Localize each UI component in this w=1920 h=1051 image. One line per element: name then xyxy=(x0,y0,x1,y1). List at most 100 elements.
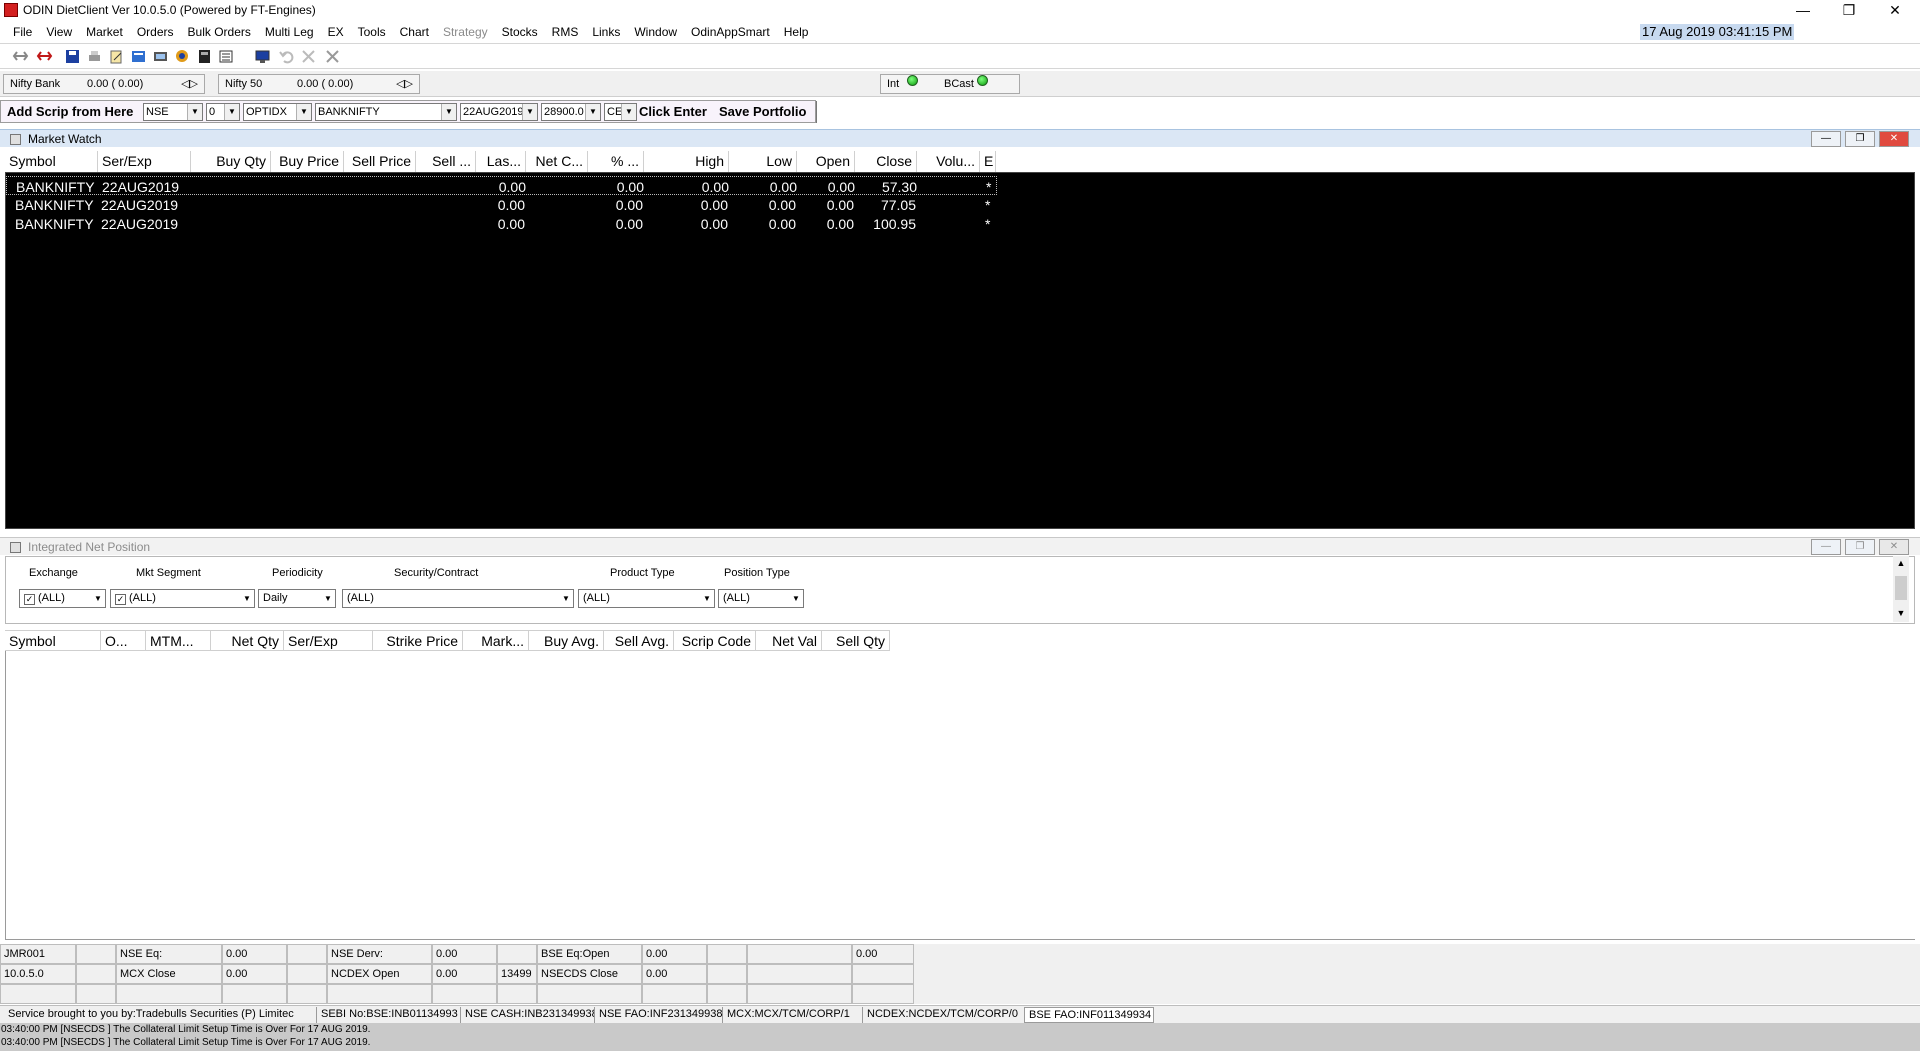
scroll-arrows-icon[interactable]: ◁▷ xyxy=(181,75,198,93)
col-sell-avg[interactable]: Sell Avg. xyxy=(604,631,674,652)
col-buy-price[interactable]: Buy Price xyxy=(271,151,344,172)
portfolio-icon[interactable] xyxy=(174,48,191,65)
expiry-select[interactable]: 22AUG2019 ▼ xyxy=(460,103,538,121)
scroll-up-icon[interactable]: ▲ xyxy=(1893,556,1909,570)
segment-select[interactable]: 0 ▼ xyxy=(206,103,240,121)
checkbox-icon[interactable]: ✓ xyxy=(24,594,35,605)
col-net-val[interactable]: Net Val xyxy=(756,631,822,652)
buy-order-icon[interactable] xyxy=(12,48,29,65)
scroll-thumb[interactable] xyxy=(1895,576,1907,600)
col-symbol[interactable]: Symbol xyxy=(5,631,101,652)
menu-window[interactable]: Window xyxy=(627,22,684,43)
chevron-down-icon[interactable]: ▼ xyxy=(91,590,105,607)
market-watch-grid[interactable]: BANKNIFTY 22AUG2019 0.00 0.00 0.00 0.00 … xyxy=(5,172,1915,529)
minimize-button[interactable]: — xyxy=(1780,0,1826,22)
col-net-change[interactable]: Net C... xyxy=(526,151,588,172)
col-ser-exp[interactable]: Ser/Exp xyxy=(98,151,191,172)
restore-button[interactable]: ❐ xyxy=(1826,0,1872,22)
print-icon[interactable] xyxy=(86,48,103,65)
menu-view[interactable]: View xyxy=(39,22,79,43)
chevron-down-icon[interactable]: ▼ xyxy=(321,590,335,607)
table-row[interactable]: BANKNIFTY 22AUG2019 0.00 0.00 0.00 0.00 … xyxy=(6,176,997,195)
monitor-icon[interactable] xyxy=(254,48,271,65)
menu-multi-leg[interactable]: Multi Leg xyxy=(258,22,321,43)
menu-odinappsmart[interactable]: OdinAppSmart xyxy=(684,22,777,43)
option-type-select[interactable]: CE ▼ xyxy=(604,103,637,121)
click-enter-button[interactable]: Click Enter xyxy=(639,104,707,119)
col-sell-qty[interactable]: Sell Qty xyxy=(822,631,890,652)
message-log[interactable]: 03:40:00 PM [NSECDS ] The Collateral Lim… xyxy=(0,1023,1920,1051)
col-net-qty[interactable]: Net Qty xyxy=(211,631,284,652)
panel-close-button[interactable]: ✕ xyxy=(1879,539,1909,555)
menu-orders[interactable]: Orders xyxy=(130,22,181,43)
col-pct-change[interactable]: % ... xyxy=(588,151,644,172)
chevron-down-icon[interactable]: ▼ xyxy=(700,590,714,607)
position-type-select[interactable]: (ALL) ▼ xyxy=(718,589,804,608)
col-buy-qty[interactable]: Buy Qty xyxy=(191,151,271,172)
col-sell-price[interactable]: Sell Price xyxy=(344,151,416,172)
col-strike-price[interactable]: Strike Price xyxy=(373,631,463,652)
menu-bulk-orders[interactable]: Bulk Orders xyxy=(181,22,258,43)
chevron-down-icon[interactable]: ▼ xyxy=(224,104,239,120)
menu-rms[interactable]: RMS xyxy=(545,22,586,43)
col-buy-avg[interactable]: Buy Avg. xyxy=(529,631,604,652)
menu-ex[interactable]: EX xyxy=(321,22,351,43)
trade-book-icon[interactable] xyxy=(152,48,169,65)
panel-minimize-button[interactable]: — xyxy=(1811,539,1841,555)
menu-links[interactable]: Links xyxy=(585,22,627,43)
col-high[interactable]: High xyxy=(644,151,729,172)
panel-restore-button[interactable]: ❐ xyxy=(1845,539,1875,555)
index-nifty-bank[interactable]: Nifty Bank 0.00 ( 0.00) ◁▷ xyxy=(3,74,205,94)
col-ltp[interactable]: Las... xyxy=(476,151,526,172)
col-open[interactable]: Open xyxy=(797,151,855,172)
menu-stocks[interactable]: Stocks xyxy=(495,22,545,43)
security-select[interactable]: (ALL) ▼ xyxy=(342,589,574,608)
save-portfolio-button[interactable]: Save Portfolio xyxy=(719,104,806,119)
chevron-down-icon[interactable]: ▼ xyxy=(585,104,600,120)
report-icon[interactable] xyxy=(218,48,235,65)
save-icon[interactable] xyxy=(64,48,81,65)
calculator-icon[interactable] xyxy=(196,48,213,65)
chevron-down-icon[interactable]: ▼ xyxy=(441,104,456,120)
order-book-icon[interactable] xyxy=(130,48,147,65)
panel-minimize-button[interactable]: — xyxy=(1811,131,1841,147)
exchange-select[interactable]: NSE ▼ xyxy=(143,103,203,121)
col-symbol[interactable]: Symbol xyxy=(5,151,98,172)
edit-icon[interactable] xyxy=(108,48,125,65)
chevron-down-icon[interactable]: ▼ xyxy=(559,590,573,607)
index-nifty-50[interactable]: Nifty 50 0.00 ( 0.00) ◁▷ xyxy=(218,74,420,94)
panel-close-button[interactable]: ✕ xyxy=(1879,131,1909,147)
col-close[interactable]: Close xyxy=(855,151,917,172)
chevron-down-icon[interactable]: ▼ xyxy=(522,104,537,120)
chevron-down-icon[interactable]: ▼ xyxy=(789,590,803,607)
exchange-filter-select[interactable]: ✓ (ALL) ▼ xyxy=(19,589,106,608)
table-row[interactable]: BANKNIFTY 22AUG2019 0.00 0.00 0.00 0.00 … xyxy=(6,214,997,233)
chevron-down-icon[interactable]: ▼ xyxy=(187,104,202,120)
col-ser-exp[interactable]: Ser/Exp xyxy=(284,631,373,652)
col-scrip-code[interactable]: Scrip Code xyxy=(674,631,756,652)
scroll-down-icon[interactable]: ▼ xyxy=(1893,606,1909,620)
col-volume[interactable]: Volu... xyxy=(917,151,980,172)
chevron-down-icon[interactable]: ▼ xyxy=(240,590,254,607)
col-low[interactable]: Low xyxy=(729,151,797,172)
chevron-down-icon[interactable]: ▼ xyxy=(296,104,311,120)
sell-order-icon[interactable] xyxy=(36,48,53,65)
product-type-select[interactable]: (ALL) ▼ xyxy=(578,589,715,608)
instrument-select[interactable]: OPTIDX ▼ xyxy=(243,103,312,121)
chevron-down-icon[interactable]: ▼ xyxy=(621,104,636,120)
menu-tools[interactable]: Tools xyxy=(351,22,393,43)
net-position-grid[interactable] xyxy=(5,651,1915,940)
symbol-select[interactable]: BANKNIFTY ▼ xyxy=(315,103,457,121)
scroll-arrows-icon[interactable]: ◁▷ xyxy=(396,75,413,93)
col-sell-qty[interactable]: Sell ... xyxy=(416,151,476,172)
col-e[interactable]: E xyxy=(980,151,996,172)
panel-restore-button[interactable]: ❐ xyxy=(1845,131,1875,147)
col-mtm[interactable]: MTM... xyxy=(146,631,211,652)
segment-filter-select[interactable]: ✓ (ALL) ▼ xyxy=(110,589,255,608)
menu-chart[interactable]: Chart xyxy=(393,22,436,43)
menu-market[interactable]: Market xyxy=(79,22,130,43)
close-button[interactable]: ✕ xyxy=(1872,0,1918,22)
filter-scrollbar[interactable]: ▲ ▼ xyxy=(1893,556,1909,622)
menu-help[interactable]: Help xyxy=(777,22,816,43)
checkbox-icon[interactable]: ✓ xyxy=(115,594,126,605)
